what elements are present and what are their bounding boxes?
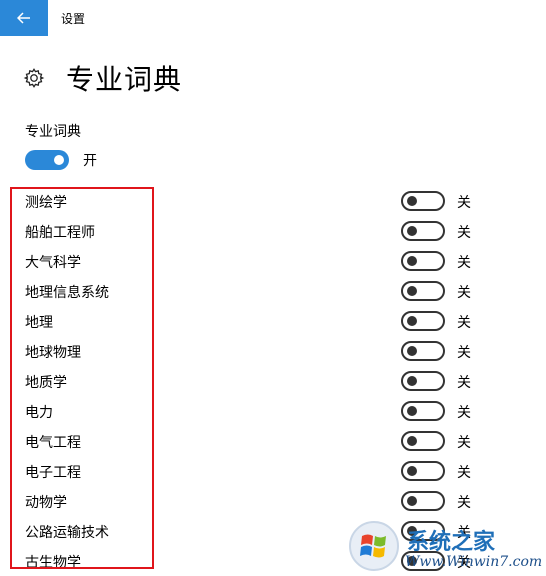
- dictionary-name: 测绘学: [25, 195, 67, 211]
- window-title: 设置: [61, 12, 86, 26]
- toggle-knob: [407, 256, 417, 266]
- dictionary-toggle[interactable]: [401, 221, 445, 241]
- dictionary-toggle[interactable]: [401, 251, 445, 271]
- dictionary-name: 地质学: [25, 375, 67, 391]
- dictionary-state-label: 关: [457, 195, 471, 211]
- page-title: 专业词典: [66, 63, 183, 96]
- dictionary-name: 大气科学: [25, 255, 81, 271]
- dictionary-row: 动物学 关: [0, 486, 546, 516]
- dictionary-name: 古生物学: [25, 555, 81, 571]
- toggle-knob: [407, 406, 417, 416]
- dictionary-state-label: 关: [457, 255, 471, 271]
- dictionary-row: 测绘学 关: [0, 186, 546, 216]
- dictionary-state-label: 关: [457, 285, 471, 301]
- toggle-knob: [407, 346, 417, 356]
- toggle-knob: [407, 496, 417, 506]
- dictionary-toggle[interactable]: [401, 281, 445, 301]
- dictionary-state-label: 关: [457, 225, 471, 241]
- dictionary-name: 电力: [25, 405, 53, 421]
- dictionary-state-label: 关: [457, 405, 471, 421]
- dictionary-toggle[interactable]: [401, 401, 445, 421]
- dictionary-row: 船舶工程师 关: [0, 216, 546, 246]
- dictionary-state-label: 关: [457, 435, 471, 451]
- dictionary-state-label: 关: [457, 375, 471, 391]
- dictionary-state-label: 关: [457, 495, 471, 511]
- toggle-knob: [407, 466, 417, 476]
- title-bar: 设置: [0, 0, 546, 36]
- dictionary-toggle[interactable]: [401, 431, 445, 451]
- dictionary-toggle[interactable]: [401, 491, 445, 511]
- setting-label: 专业词典: [25, 124, 81, 140]
- dictionary-toggle[interactable]: [401, 461, 445, 481]
- dictionary-row: 电力 关: [0, 396, 546, 426]
- dictionary-row: 地理信息系统 关: [0, 276, 546, 306]
- dictionary-name: 地理信息系统: [25, 285, 109, 301]
- back-button[interactable]: [0, 0, 48, 36]
- dictionary-state-label: 关: [457, 315, 471, 331]
- dictionary-name: 船舶工程师: [25, 225, 95, 241]
- watermark: 系统之家 Www.Winwin7.com: [345, 518, 545, 575]
- page-header: 专业词典: [22, 58, 182, 98]
- toggle-knob: [407, 376, 417, 386]
- toggle-knob: [407, 286, 417, 296]
- dictionary-toggle[interactable]: [401, 191, 445, 211]
- arrow-left-icon: [17, 12, 30, 24]
- dictionary-name: 动物学: [25, 495, 67, 511]
- dictionary-row: 地质学 关: [0, 366, 546, 396]
- dictionary-name: 地球物理: [25, 345, 81, 361]
- gear-icon: [22, 66, 46, 90]
- toggle-knob: [407, 436, 417, 446]
- dictionary-row: 电气工程 关: [0, 426, 546, 456]
- toggle-knob: [407, 196, 417, 206]
- dictionary-name: 电子工程: [25, 465, 81, 481]
- dictionary-row: 地球物理 关: [0, 336, 546, 366]
- dictionary-row: 地理 关: [0, 306, 546, 336]
- toggle-knob: [54, 155, 64, 165]
- master-toggle[interactable]: 开: [25, 150, 97, 170]
- dictionary-name: 公路运输技术: [25, 525, 109, 541]
- watermark-brand: 系统之家: [407, 529, 496, 555]
- dictionary-state-label: 关: [457, 465, 471, 481]
- dictionary-state-label: 关: [457, 345, 471, 361]
- dictionary-name: 电气工程: [25, 435, 81, 451]
- dictionary-row: 大气科学 关: [0, 246, 546, 276]
- dictionary-toggle[interactable]: [401, 311, 445, 331]
- watermark-url: Www.Winwin7.com: [405, 554, 543, 570]
- dictionary-toggle[interactable]: [401, 371, 445, 391]
- dictionary-toggle[interactable]: [401, 341, 445, 361]
- dictionary-row: 电子工程 关: [0, 456, 546, 486]
- dictionary-name: 地理: [25, 315, 53, 331]
- toggle-switch[interactable]: [25, 150, 69, 170]
- toggle-knob: [407, 226, 417, 236]
- toggle-state-label: 开: [83, 153, 97, 169]
- windows-logo-icon: [349, 521, 399, 571]
- toggle-knob: [407, 316, 417, 326]
